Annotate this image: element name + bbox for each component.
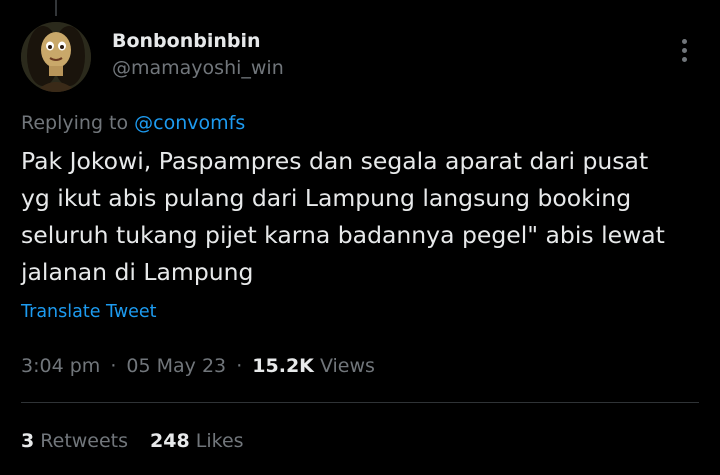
more-dot	[681, 56, 687, 62]
likes-label: Likes	[195, 430, 244, 452]
more-dot	[681, 47, 687, 53]
tweet-text-line: yg ikut abis pulang dari Lampung langsun…	[21, 184, 632, 212]
translate-tweet-link[interactable]: Translate Tweet	[21, 302, 157, 322]
author-handle[interactable]: @mamayoshi_win	[112, 57, 284, 79]
avatar[interactable]	[21, 22, 91, 92]
tweet-stats: 3 Retweets 248 Likes	[21, 430, 244, 452]
reply-mention-link[interactable]: @convomfs	[134, 112, 245, 134]
meta-separator: ·	[110, 355, 117, 377]
replying-to-label: Replying to	[21, 112, 129, 134]
likes-count: 248	[150, 430, 190, 452]
tweet-date[interactable]: 05 May 23	[126, 355, 226, 377]
meta-separator: ·	[236, 355, 243, 377]
tweet-text: Pak Jokowi, Paspampres dan segala aparat…	[21, 143, 701, 291]
more-dot	[681, 38, 687, 44]
tweet-text-line: seluruh tukang pijet karna badannya pege…	[21, 221, 665, 249]
thread-connector-line	[55, 0, 57, 16]
divider	[21, 402, 699, 403]
tweet-text-line: jalanan di Lampung	[21, 258, 254, 286]
more-options-icon[interactable]	[672, 36, 696, 64]
avatar-image	[21, 22, 91, 92]
likes-stat[interactable]: 248 Likes	[150, 430, 244, 452]
retweets-label: Retweets	[40, 430, 129, 452]
replying-to: Replying to @convomfs	[21, 112, 245, 134]
retweets-count: 3	[21, 430, 35, 452]
tweet-meta: 3:04 pm · 05 May 23 · 15.2K Views	[21, 355, 375, 377]
views-label: Views	[319, 355, 375, 377]
views-count: 15.2K	[252, 355, 314, 377]
retweets-stat[interactable]: 3 Retweets	[21, 430, 128, 452]
author-display-name[interactable]: Bonbonbinbin	[112, 30, 261, 52]
tweet-text-line: Pak Jokowi, Paspampres dan segala aparat…	[21, 147, 649, 175]
tweet-time[interactable]: 3:04 pm	[21, 355, 100, 377]
tweet-detail: Bonbonbinbin @mamayoshi_win Replying to …	[0, 0, 720, 475]
